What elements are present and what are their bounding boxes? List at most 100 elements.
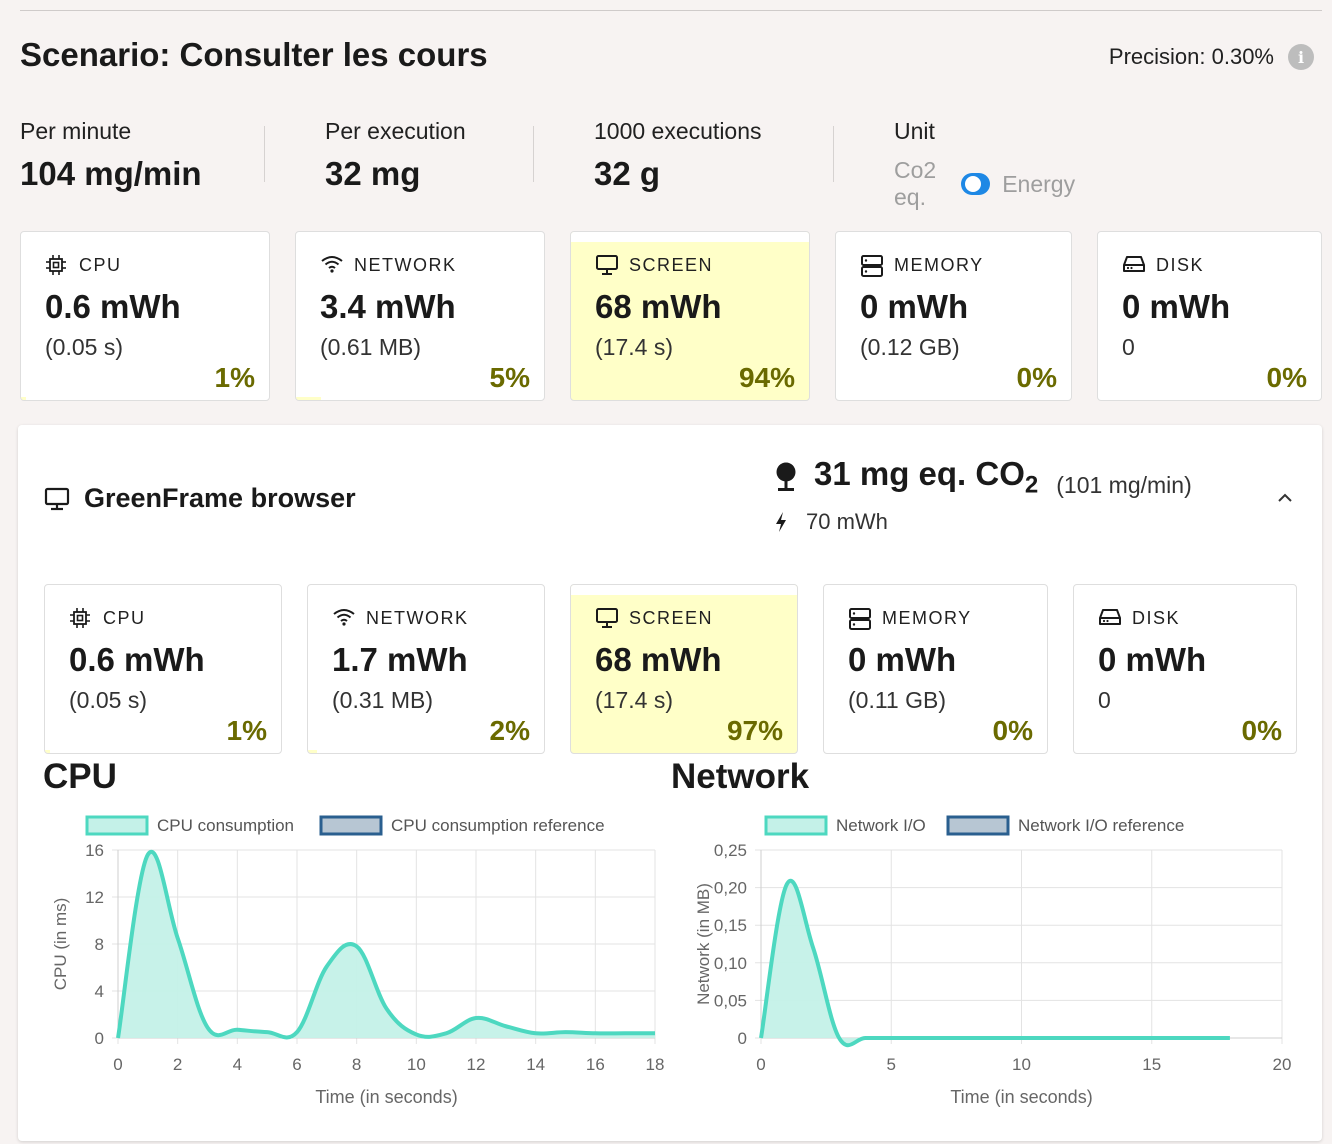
y-axis-title: Network (in MB) [694, 883, 713, 1005]
card-value: 0 mWh [860, 288, 969, 325]
unit-option-energy[interactable]: Energy [1002, 171, 1075, 198]
legend-label-reference: CPU consumption reference [391, 816, 605, 835]
monitor-icon [595, 607, 618, 629]
y-tick-label: 0,10 [714, 954, 747, 973]
lightning-icon [776, 512, 786, 532]
card-value: 68 mWh [595, 641, 722, 678]
stat-divider [533, 126, 534, 182]
card-percentage: 1% [226, 715, 267, 746]
memory-icon [860, 254, 883, 277]
stat-divider [833, 126, 834, 182]
co2-subscript: 2 [1024, 471, 1039, 499]
info-icon[interactable]: i [1288, 44, 1314, 70]
cpu-chart: CPU consumption CPU consumption reference… [51, 815, 664, 1107]
stat-label: 1000 executions [594, 118, 762, 144]
card-label: CPU [79, 254, 122, 275]
card-top-strip [571, 232, 809, 242]
card-detail: 0 [1098, 687, 1111, 713]
card-percentage: 0% [1266, 362, 1307, 393]
memory-icon [848, 607, 871, 630]
y-tick-label: 0,05 [714, 991, 747, 1010]
energy-row: 70 mWh [774, 509, 888, 535]
y-axis-title: CPU (in ms) [51, 898, 70, 991]
card-label: CPU [103, 607, 146, 628]
monitor-icon [44, 487, 70, 510]
stat-label: Per minute [20, 118, 132, 144]
network-chart: Network I/O Network I/O reference 0 5 10 15 20… [694, 815, 1292, 1107]
legend-label-reference: Network I/O reference [1018, 816, 1184, 835]
co2-rate: (101 mg/min) [1056, 472, 1192, 499]
card-detail: (0.61 MB) [320, 334, 421, 360]
card-label: NETWORK [366, 607, 469, 628]
x-tick-label: 2 [173, 1055, 182, 1074]
stat-value: 32 g [594, 155, 661, 192]
y-tick-label: 12 [85, 888, 104, 907]
card-value: 0.6 mWh [69, 641, 205, 678]
chevron-up-icon[interactable] [1274, 487, 1296, 509]
page-title: Scenario: Consulter les cours [20, 36, 488, 73]
card-share-fill [308, 750, 318, 753]
metric-card-memory: MEMORY 0 mWh (0.11 GB) 0% [823, 584, 1048, 754]
x-axis-title: Time (in seconds) [950, 1087, 1092, 1107]
card-label: SCREEN [629, 254, 714, 275]
energy-value: 70 mWh [806, 509, 888, 534]
unit-option-co2[interactable]: Co2 eq. [894, 157, 949, 211]
card-label: SCREEN [629, 607, 714, 628]
card-header: CPU [69, 607, 146, 629]
card-percentage: 0% [1016, 362, 1057, 393]
network-chart-title: Network [671, 757, 810, 796]
unit-toggle[interactable] [961, 173, 991, 195]
stat-value: 104 mg/min [20, 155, 202, 192]
card-value: 0 mWh [1098, 641, 1207, 678]
y-tick-label: 8 [95, 935, 104, 954]
card-percentage: 5% [489, 362, 530, 393]
card-percentage: 0% [1241, 715, 1282, 746]
card-top-strip [571, 585, 797, 595]
stat-per-execution: Per execution 32 mg [325, 118, 466, 193]
stat-per-minute: Per minute 104 mg/min [20, 118, 202, 193]
legend-label-series: CPU consumption [157, 816, 294, 835]
card-percentage: 2% [489, 715, 530, 746]
x-tick-label: 20 [1273, 1055, 1292, 1074]
co2-value: 31 mg eq. CO2 [814, 455, 1038, 500]
card-value: 68 mWh [595, 288, 722, 325]
disk-icon [1098, 607, 1121, 629]
y-tick-label: 4 [95, 982, 104, 1001]
card-value: 0 mWh [848, 641, 957, 678]
metric-card-network: NETWORK 3.4 mWh (0.61 MB) 5% [295, 231, 545, 401]
metric-card-cpu: CPU 0.6 mWh (0.05 s) 1% [44, 584, 282, 754]
card-label: MEMORY [882, 607, 972, 628]
co2-summary: 31 mg eq. CO2 (101 mg/min) [774, 455, 1192, 500]
precision-indicator: Precision: 0.30% i [1109, 44, 1314, 70]
card-header: SCREEN [595, 254, 713, 276]
top-divider [20, 10, 1322, 11]
y-tick-label: 0,15 [714, 916, 747, 935]
cpu-chart-title: CPU [43, 757, 117, 796]
y-tick-label: 0 [95, 1029, 104, 1048]
card-header: NETWORK [332, 607, 469, 629]
card-detail: (0.05 s) [69, 687, 147, 713]
unit-switch-row: Co2 eq. Energy [894, 157, 1075, 211]
card-share-fill [296, 397, 321, 400]
card-value: 0.6 mWh [45, 288, 181, 325]
legend-swatch-reference [946, 815, 1010, 836]
card-percentage: 94% [738, 362, 795, 393]
monitor-icon [595, 254, 618, 276]
disk-icon [1122, 254, 1145, 276]
card-detail: (0.11 GB) [848, 687, 946, 713]
series-line [116, 849, 655, 1040]
x-tick-label: 15 [1142, 1055, 1161, 1074]
card-value: 0 mWh [1122, 288, 1231, 325]
card-header: CPU [45, 254, 122, 276]
browser-title-row: GreenFrame browser [44, 483, 356, 514]
cpu-chip-icon [69, 607, 91, 629]
precision-text: Precision: 0.30% [1108, 44, 1274, 69]
card-share-fill [45, 750, 50, 753]
card-detail: (0.31 MB) [332, 687, 433, 713]
card-header: DISK [1122, 254, 1204, 276]
card-header: NETWORK [320, 254, 457, 276]
x-tick-label: 12 [467, 1055, 486, 1074]
x-tick-label: 0 [756, 1055, 765, 1074]
x-tick-label: 6 [292, 1055, 301, 1074]
card-detail: 0 [1122, 334, 1135, 360]
